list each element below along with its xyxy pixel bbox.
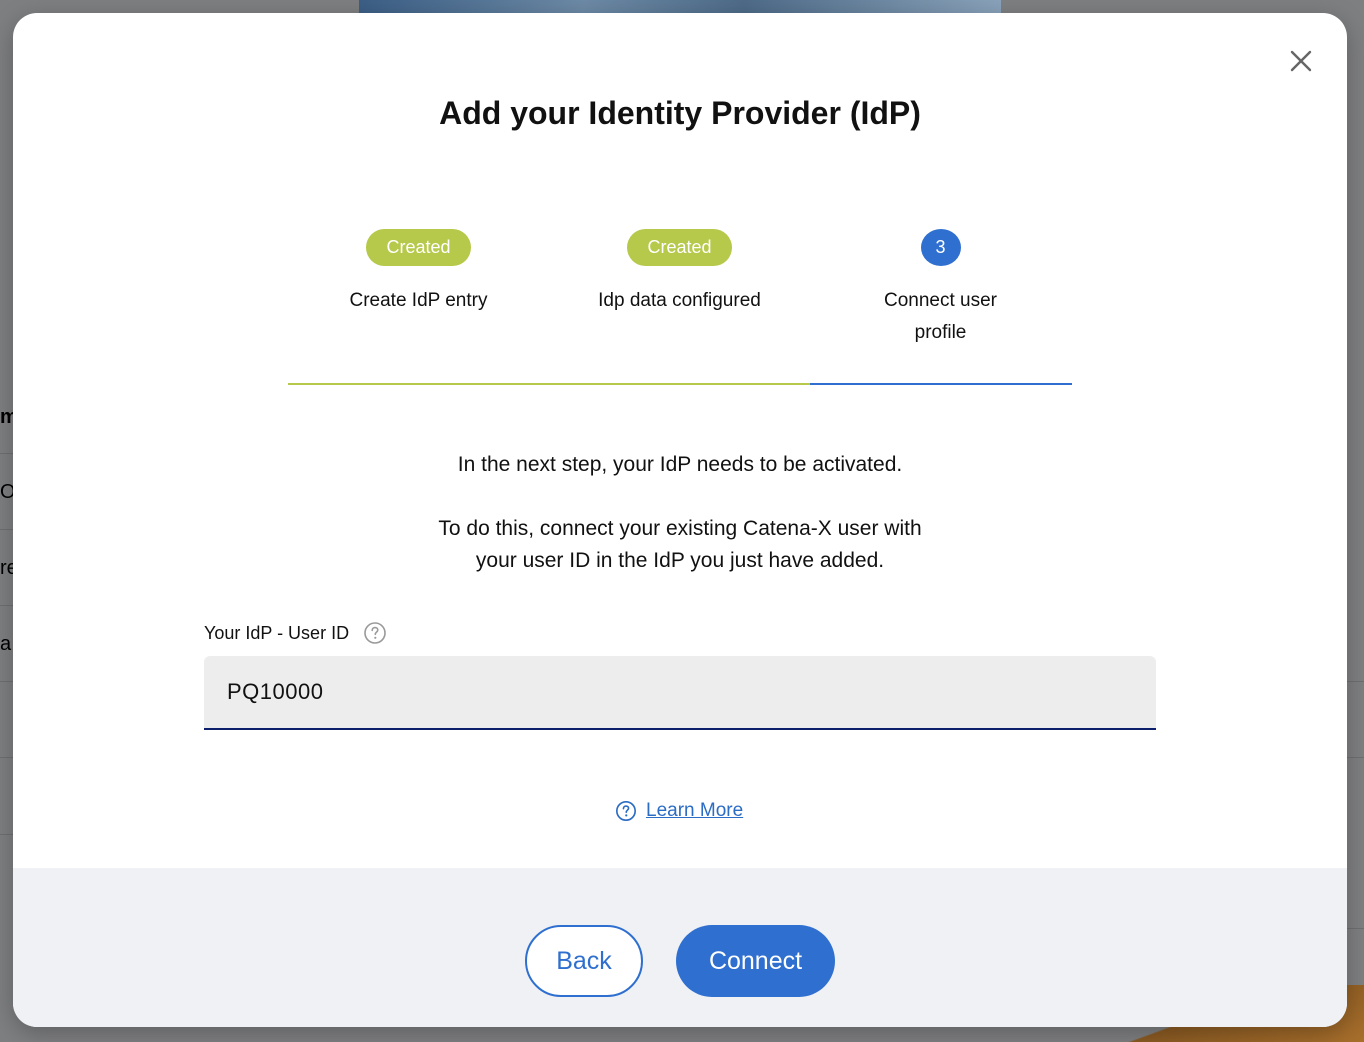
step-create-idp-entry: Created Create IdP entry: [288, 229, 549, 317]
step-status-badge: Created: [366, 229, 471, 266]
step-idp-data-configured: Created Idp data configured: [549, 229, 810, 317]
user-id-label-row: Your IdP - User ID: [204, 619, 387, 647]
user-id-input[interactable]: [204, 656, 1156, 730]
background-hero-image: [359, 0, 1001, 14]
close-icon: [1290, 50, 1312, 72]
info-line-connect: To do this, connect your existing Catena…: [438, 517, 922, 572]
info-text: In the next step, your IdP needs to be a…: [13, 449, 1347, 577]
step-number-badge: 3: [920, 229, 961, 266]
learn-more-link[interactable]: Learn More: [615, 798, 743, 824]
background-table-row: a l: [0, 605, 13, 682]
step-status-badge: Created: [627, 229, 732, 266]
step-progress-line-done: [288, 383, 810, 385]
step-connect-user-profile: 3 Connect user profile: [810, 229, 1071, 349]
background-table-row: re: [0, 529, 13, 606]
learn-more-label[interactable]: Learn More: [646, 800, 743, 822]
user-id-label: Your IdP - User ID: [204, 622, 350, 643]
help-circle-icon[interactable]: [363, 621, 387, 645]
background-divider: [1347, 928, 1364, 929]
add-idp-dialog: Add your Identity Provider (IdP) Created…: [13, 13, 1347, 1027]
step-progress-line-active: [810, 383, 1072, 385]
dialog-footer: Back Connect: [13, 868, 1347, 1027]
background-divider: [1347, 757, 1364, 758]
background-table-row: O: [0, 453, 13, 530]
close-button[interactable]: [1283, 43, 1319, 79]
step-label: Idp data configured: [598, 290, 761, 311]
background-table-row: [0, 681, 13, 758]
step-label: Create IdP entry: [349, 290, 488, 311]
info-line-activation: In the next step, your IdP needs to be a…: [457, 453, 903, 476]
step-label: Connect user profile: [883, 290, 997, 343]
background-table-header: m: [0, 406, 13, 428]
help-circle-icon: [615, 800, 637, 822]
back-button[interactable]: Back: [525, 925, 643, 997]
stepper: Created Create IdP entry Created Idp dat…: [288, 229, 1072, 387]
dialog-title: Add your Identity Provider (IdP): [439, 95, 921, 131]
background-divider: [1347, 681, 1364, 682]
background-table-row: [0, 757, 13, 835]
connect-button[interactable]: Connect: [676, 925, 835, 997]
